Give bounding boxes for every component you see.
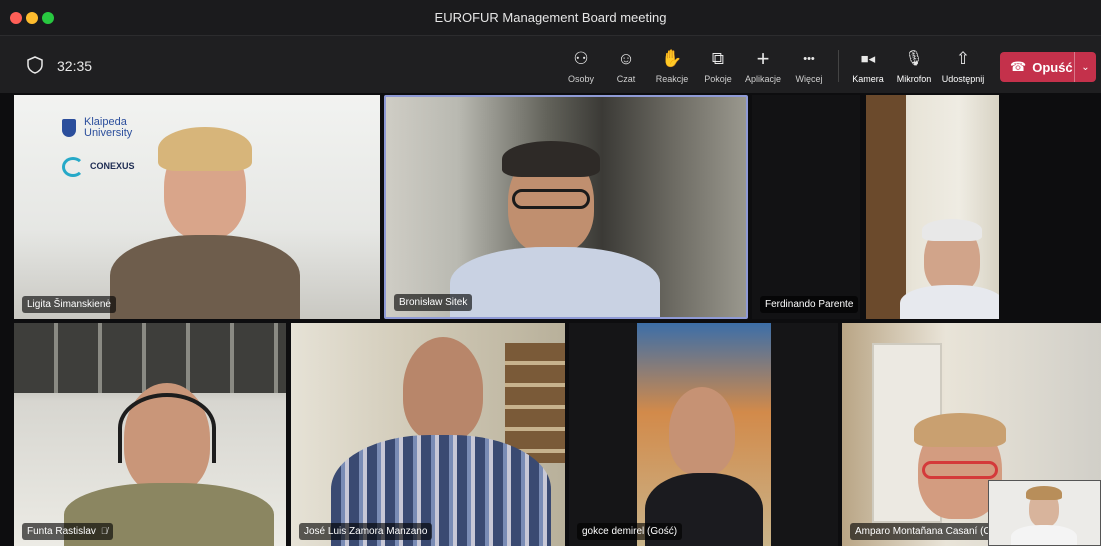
participant-name: Ligita Šimanskienė <box>22 296 116 313</box>
share-icon: ⇧ <box>955 49 971 68</box>
participant-name: Ferdinando Parente <box>760 296 859 313</box>
people-icon: ⚇ <box>573 49 589 68</box>
participant-video-glasses <box>922 461 998 479</box>
participant-video-hair <box>922 219 982 241</box>
phone-hangup-icon: ☎ <box>1010 59 1027 74</box>
rooms-button[interactable]: ⧉ Pokoje <box>693 48 743 84</box>
self-view-hair <box>1026 486 1062 500</box>
participant-video-body <box>900 285 999 319</box>
participant-tile[interactable]: Ferdinando Parente <box>752 95 860 319</box>
rooms-icon: ⧉ <box>711 49 725 68</box>
participant-video <box>866 95 999 319</box>
participant-tile[interactable]: José Luis Zamora Manzano <box>291 323 565 546</box>
toolbar-separator <box>838 50 839 82</box>
meeting-timer: 32:35 <box>57 58 93 74</box>
apps-button[interactable]: + Aplikacje <box>738 46 788 85</box>
plus-icon: + <box>756 46 770 71</box>
window-title: EUROFUR Management Board meeting <box>434 10 667 25</box>
participant-video-hair <box>914 413 1006 447</box>
leave-options-chevron-icon[interactable]: ⌄ <box>1075 62 1096 73</box>
microphone-button[interactable]: 🎙 Mikrofon <box>889 48 939 84</box>
leave-control: ☎ Opuść ⌄ <box>1000 52 1096 82</box>
window-frame <box>866 95 906 319</box>
participant-tile[interactable]: gokce demirel (Gość) <box>569 323 838 546</box>
people-button[interactable]: ⚇ Osoby <box>556 48 606 84</box>
microphone-icon: 🎙 <box>904 50 924 67</box>
participant-video <box>637 323 771 546</box>
participant-tile[interactable]: Funta Rastislav 🎙̸ <box>14 323 286 546</box>
chat-button[interactable]: ☺ Czat <box>601 48 651 84</box>
leave-label: Opuść <box>1032 59 1073 75</box>
title-bar: EUROFUR Management Board meeting <box>0 0 1101 35</box>
participant-name: Bronisław Sitek <box>394 294 473 311</box>
chat-icon: ☺ <box>617 49 635 68</box>
meeting-toolbar: 32:35 ⚇ Osoby ☺ Czat ✋ Reakcje ⧉ Pokoje … <box>0 35 1101 93</box>
more-button[interactable]: ••• Więcej <box>784 48 834 84</box>
camera-icon: ■◂ <box>860 51 876 66</box>
camera-button[interactable]: ■◂ Kamera <box>843 48 893 84</box>
participant-tile[interactable]: Bronisław Sitek <box>386 97 746 317</box>
leave-button[interactable]: ☎ Opuść <box>1000 52 1074 82</box>
share-button[interactable]: ⇧ Udostępnij <box>938 48 988 84</box>
participant-name: gokce demirel (Gość) <box>577 523 683 540</box>
shield-icon <box>27 56 43 74</box>
reactions-icon: ✋ <box>661 49 683 68</box>
participant-video-glasses <box>512 189 590 209</box>
participant-video-hair <box>158 127 252 171</box>
participant-name: Funta Rastislav 🎙̸ <box>22 523 113 540</box>
shield-logo-icon <box>62 119 76 137</box>
self-view-body <box>1011 525 1077 545</box>
participant-tile[interactable]: Klaipeda University CONEXUS Ligita Šiman… <box>14 95 380 319</box>
more-icon: ••• <box>803 53 815 65</box>
conexus-logo-icon <box>62 157 84 177</box>
participant-name: Amparo Montañana Casaní (C <box>850 523 996 540</box>
bookshelf <box>505 343 565 463</box>
self-view-video[interactable] <box>988 480 1101 546</box>
microphone-muted-icon: 🎙̸ <box>100 526 108 536</box>
participant-video-face <box>403 337 483 441</box>
participant-name: José Luis Zamora Manzano <box>299 523 433 540</box>
participant-video-body <box>450 247 660 317</box>
participant-video-face <box>669 387 735 475</box>
reactions-button[interactable]: ✋ Reakcje <box>647 48 697 84</box>
participant-video-body <box>110 235 300 319</box>
participant-video-hair <box>502 141 600 177</box>
wall-photos <box>14 323 286 393</box>
headset-icon <box>118 393 216 463</box>
